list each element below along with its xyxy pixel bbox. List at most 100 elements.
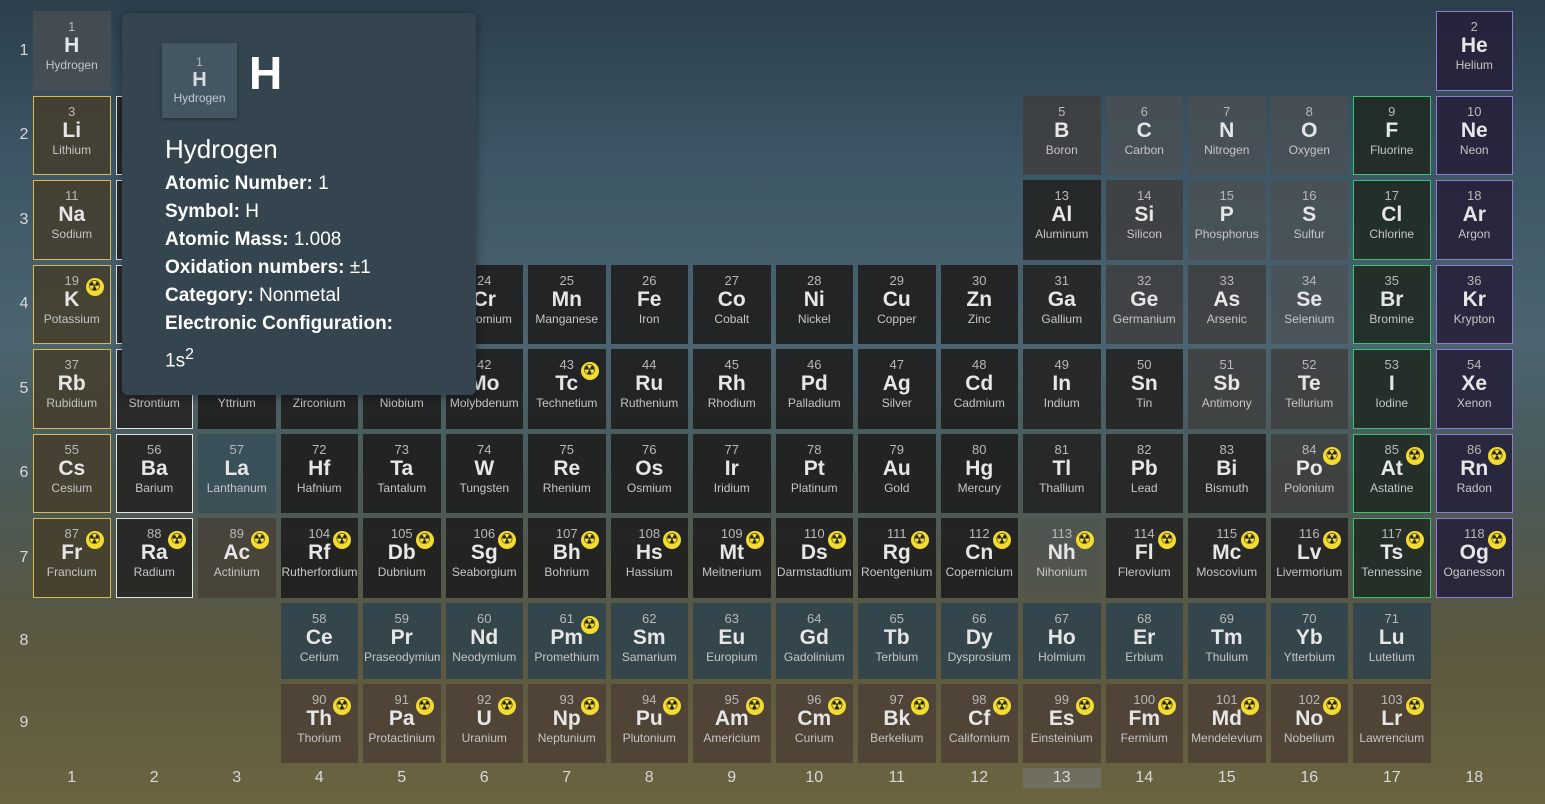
element-tile-promethium[interactable]: 61 Pm Promethium ☢ (528, 602, 606, 679)
element-tile-ruthenium[interactable]: 44 Ru Ruthenium (610, 349, 688, 429)
element-tile-carbon[interactable]: 6 C Carbon (1105, 95, 1183, 175)
element-tile-cesium[interactable]: 55 Cs Cesium (33, 433, 111, 513)
element-tile-ytterbium[interactable]: 70 Yb Ytterbium (1270, 602, 1348, 679)
element-tile-oxygen[interactable]: 8 O Oxygen (1270, 95, 1348, 175)
element-tile-argon[interactable]: 18 Ar Argon (1435, 180, 1513, 260)
element-tile-cobalt[interactable]: 27 Co Cobalt (693, 264, 771, 344)
element-tile-einsteinium[interactable]: 99 Es Einsteinium ☢ (1023, 683, 1101, 763)
element-tile-bismuth[interactable]: 83 Bi Bismuth (1188, 433, 1266, 513)
element-tile-palladium[interactable]: 46 Pd Palladium (775, 349, 853, 429)
element-tile-tantalum[interactable]: 73 Ta Tantalum (363, 433, 441, 513)
element-tile-xenon[interactable]: 54 Xe Xenon (1435, 349, 1513, 429)
element-tile-aluminum[interactable]: 13 Al Aluminum (1023, 180, 1101, 260)
element-tile-selenium[interactable]: 34 Se Selenium (1270, 264, 1348, 344)
element-tile-neon[interactable]: 10 Ne Neon (1435, 95, 1513, 175)
element-tile-cerium[interactable]: 58 Ce Cerium (280, 602, 358, 679)
element-tile-arsenic[interactable]: 33 As Arsenic (1188, 264, 1266, 344)
element-tile-boron[interactable]: 5 B Boron (1023, 95, 1101, 175)
element-tile-lithium[interactable]: 3 Li Lithium (33, 95, 111, 175)
element-tile-silicon[interactable]: 14 Si Silicon (1105, 180, 1183, 260)
element-tile-americium[interactable]: 95 Am Americium ☢ (693, 683, 771, 763)
element-tile-nickel[interactable]: 28 Ni Nickel (775, 264, 853, 344)
element-tile-europium[interactable]: 63 Eu Europium (693, 602, 771, 679)
element-tile-nihonium[interactable]: 113 Nh Nihonium ☢ (1023, 518, 1101, 598)
element-tile-nobelium[interactable]: 102 No Nobelium ☢ (1270, 683, 1348, 763)
element-tile-bohrium[interactable]: 107 Bh Bohrium ☢ (528, 518, 606, 598)
element-tile-copper[interactable]: 29 Cu Copper (858, 264, 936, 344)
element-tile-curium[interactable]: 96 Cm Curium ☢ (775, 683, 853, 763)
element-tile-osmium[interactable]: 76 Os Osmium (610, 433, 688, 513)
element-tile-tennessine[interactable]: 117 Ts Tennessine ☢ (1353, 518, 1431, 598)
element-tile-protactinium[interactable]: 91 Pa Protactinium ☢ (363, 683, 441, 763)
element-tile-tungsten[interactable]: 74 W Tungsten (445, 433, 523, 513)
element-tile-meitnerium[interactable]: 109 Mt Meitnerium ☢ (693, 518, 771, 598)
element-tile-silver[interactable]: 47 Ag Silver (858, 349, 936, 429)
element-tile-mercury[interactable]: 80 Hg Mercury (940, 433, 1018, 513)
element-tile-rubidium[interactable]: 37 Rb Rubidium (33, 349, 111, 429)
element-tile-lead[interactable]: 82 Pb Lead (1105, 433, 1183, 513)
element-tile-potassium[interactable]: 19 K Potassium ☢ (33, 264, 111, 344)
element-tile-francium[interactable]: 87 Fr Francium ☢ (33, 518, 111, 598)
element-tile-helium[interactable]: 2 He Helium (1435, 11, 1513, 91)
element-tile-iridium[interactable]: 77 Ir Iridium (693, 433, 771, 513)
element-tile-neptunium[interactable]: 93 Np Neptunium ☢ (528, 683, 606, 763)
element-tile-hassium[interactable]: 108 Hs Hassium ☢ (610, 518, 688, 598)
element-tile-tellurium[interactable]: 52 Te Tellurium (1270, 349, 1348, 429)
element-tile-sodium[interactable]: 11 Na Sodium (33, 180, 111, 260)
element-tile-thorium[interactable]: 90 Th Thorium ☢ (280, 683, 358, 763)
element-tile-darmstadtium[interactable]: 110 Ds Darmstadtium ☢ (775, 518, 853, 598)
element-tile-praseodymium[interactable]: 59 Pr Praseodymium (363, 602, 441, 679)
element-tile-technetium[interactable]: 43 Tc Technetium ☢ (528, 349, 606, 429)
element-tile-livermorium[interactable]: 116 Lv Livermorium ☢ (1270, 518, 1348, 598)
element-tile-radon[interactable]: 86 Rn Radon ☢ (1435, 433, 1513, 513)
element-tile-seaborgium[interactable]: 106 Sg Seaborgium ☢ (445, 518, 523, 598)
element-tile-fermium[interactable]: 100 Fm Fermium ☢ (1105, 683, 1183, 763)
element-tile-antimony[interactable]: 51 Sb Antimony (1188, 349, 1266, 429)
element-tile-iron[interactable]: 26 Fe Iron (610, 264, 688, 344)
element-tile-manganese[interactable]: 25 Mn Manganese (528, 264, 606, 344)
element-tile-germanium[interactable]: 32 Ge Germanium (1105, 264, 1183, 344)
element-tile-krypton[interactable]: 36 Kr Krypton (1435, 264, 1513, 344)
element-tile-erbium[interactable]: 68 Er Erbium (1105, 602, 1183, 679)
element-tile-gallium[interactable]: 31 Ga Gallium (1023, 264, 1101, 344)
element-tile-sulfur[interactable]: 16 S Sulfur (1270, 180, 1348, 260)
element-tile-dubnium[interactable]: 105 Db Dubnium ☢ (363, 518, 441, 598)
element-tile-thulium[interactable]: 69 Tm Thulium (1188, 602, 1266, 679)
element-tile-rhenium[interactable]: 75 Re Rhenium (528, 433, 606, 513)
element-tile-moscovium[interactable]: 115 Mc Moscovium ☢ (1188, 518, 1266, 598)
element-tile-hafnium[interactable]: 72 Hf Hafnium (280, 433, 358, 513)
element-tile-platinum[interactable]: 78 Pt Platinum (775, 433, 853, 513)
element-tile-dysprosium[interactable]: 66 Dy Dysprosium (940, 602, 1018, 679)
element-tile-polonium[interactable]: 84 Po Polonium ☢ (1270, 433, 1348, 513)
element-tile-rutherfordium[interactable]: 104 Rf Rutherfordium ☢ (280, 518, 358, 598)
element-tile-copernicium[interactable]: 112 Cn Copernicium ☢ (940, 518, 1018, 598)
element-tile-chlorine[interactable]: 17 Cl Chlorine (1353, 180, 1431, 260)
element-tile-phosphorus[interactable]: 15 P Phosphorus (1188, 180, 1266, 260)
element-tile-zinc[interactable]: 30 Zn Zinc (940, 264, 1018, 344)
element-tile-indium[interactable]: 49 In Indium (1023, 349, 1101, 429)
element-tile-lawrencium[interactable]: 103 Lr Lawrencium ☢ (1353, 683, 1431, 763)
element-tile-gadolinium[interactable]: 64 Gd Gadolinium (775, 602, 853, 679)
element-tile-californium[interactable]: 98 Cf Californium ☢ (940, 683, 1018, 763)
element-tile-barium[interactable]: 56 Ba Barium (115, 433, 193, 513)
element-tile-tin[interactable]: 50 Sn Tin (1105, 349, 1183, 429)
element-tile-berkelium[interactable]: 97 Bk Berkelium ☢ (858, 683, 936, 763)
element-tile-roentgenium[interactable]: 111 Rg Roentgenium ☢ (858, 518, 936, 598)
element-tile-iodine[interactable]: 53 I Iodine (1353, 349, 1431, 429)
element-tile-hydrogen[interactable]: 1 H Hydrogen (33, 11, 111, 91)
element-tile-oganesson[interactable]: 118 Og Oganesson ☢ (1435, 518, 1513, 598)
element-tile-cadmium[interactable]: 48 Cd Cadmium (940, 349, 1018, 429)
element-tile-mendelevium[interactable]: 101 Md Mendelevium ☢ (1188, 683, 1266, 763)
element-tile-holmium[interactable]: 67 Ho Holmium (1023, 602, 1101, 679)
element-tile-plutonium[interactable]: 94 Pu Plutonium ☢ (610, 683, 688, 763)
element-tile-actinium[interactable]: 89 Ac Actinium ☢ (198, 518, 276, 598)
element-tile-flerovium[interactable]: 114 Fl Flerovium ☢ (1105, 518, 1183, 598)
element-tile-bromine[interactable]: 35 Br Bromine (1353, 264, 1431, 344)
element-tile-rhodium[interactable]: 45 Rh Rhodium (693, 349, 771, 429)
element-tile-lutetium[interactable]: 71 Lu Lutetium (1353, 602, 1431, 679)
element-tile-samarium[interactable]: 62 Sm Samarium (610, 602, 688, 679)
element-tile-lanthanum[interactable]: 57 La Lanthanum (198, 433, 276, 513)
element-tile-nitrogen[interactable]: 7 N Nitrogen (1188, 95, 1266, 175)
element-tile-uranium[interactable]: 92 U Uranium ☢ (445, 683, 523, 763)
element-tile-gold[interactable]: 79 Au Gold (858, 433, 936, 513)
